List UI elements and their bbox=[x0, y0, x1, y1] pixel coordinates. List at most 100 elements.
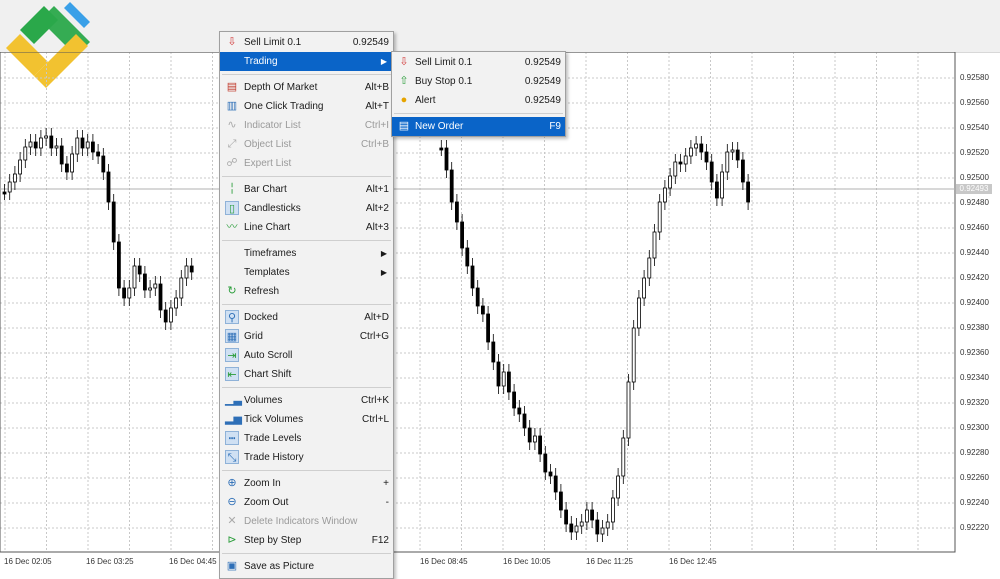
menu-item-chart-shift[interactable]: ⇤ Chart Shift bbox=[220, 365, 393, 384]
menu-item-save-as-picture[interactable]: ▣ Save as Picture bbox=[220, 557, 393, 576]
menu-item-shortcut: Alt+2 bbox=[365, 203, 389, 214]
menu-item-depth-of-market[interactable]: ▤ Depth Of Market Alt+B bbox=[220, 78, 393, 97]
grid-icon: ▦ bbox=[225, 329, 239, 343]
trade-levels-icon: ┅ bbox=[225, 431, 239, 445]
candle-body bbox=[7, 181, 12, 193]
new-order-icon: ▤ bbox=[398, 120, 410, 132]
menu-item-label: New Order bbox=[415, 121, 464, 132]
price-tick-label: 0.92440 bbox=[960, 248, 989, 257]
price-tick-label: 0.92280 bbox=[960, 448, 989, 457]
candle-body bbox=[70, 153, 74, 173]
sell-limit-icon: ⇩ bbox=[227, 36, 237, 48]
menu-item-candlesticks[interactable]: ▯ Candlesticks Alt+2 bbox=[220, 199, 393, 218]
menu-item-trade-levels[interactable]: ┅ Trade Levels bbox=[220, 429, 393, 448]
menu-item-label: Refresh bbox=[244, 286, 280, 297]
candle-body bbox=[657, 201, 662, 233]
menu-item-shortcut: Ctrl+B bbox=[360, 139, 389, 150]
menu-item-sell-limit-0-1[interactable]: ⇩ Sell Limit 0.1 0.92549 bbox=[220, 33, 393, 52]
candle-body bbox=[184, 265, 189, 279]
price-tick-label: 0.92460 bbox=[960, 223, 989, 232]
menu-item-new-order[interactable]: ▤ New Order F9 bbox=[392, 117, 565, 136]
submenu-arrow-icon: ▶ bbox=[380, 57, 387, 66]
menu-item-label: Templates bbox=[244, 267, 290, 278]
candle-body bbox=[80, 137, 85, 149]
candle-body bbox=[132, 265, 137, 289]
candle-body bbox=[12, 173, 17, 183]
menu-item-tick-volumes[interactable]: ▂▅ Tick Volumes Ctrl+L bbox=[220, 410, 393, 429]
price-tick-label: 0.92560 bbox=[960, 98, 989, 107]
menu-item-templates[interactable]: Templates ▶ bbox=[220, 263, 393, 282]
candle-body bbox=[439, 147, 444, 151]
price-tick-label: 0.92260 bbox=[960, 473, 989, 482]
expert-list-icon: ☍ bbox=[226, 157, 238, 169]
candle-body bbox=[741, 159, 745, 183]
menu-item-step-by-step[interactable]: ⊳ Step by Step F12 bbox=[220, 531, 393, 550]
candle-body bbox=[548, 471, 553, 477]
time-tick-label: 16 Dec 08:45 bbox=[420, 557, 468, 566]
menu-item-line-chart[interactable]: 〰 Line Chart Alt+3 bbox=[220, 218, 393, 237]
candle-body bbox=[735, 149, 740, 161]
price-tick-label: 0.92420 bbox=[960, 273, 989, 282]
one-click-trading-icon: ▥ bbox=[226, 100, 238, 112]
candle-body bbox=[127, 287, 132, 299]
docked-icon: ⚲ bbox=[225, 310, 239, 324]
save-as-picture-icon: ▣ bbox=[226, 560, 238, 572]
submenu-arrow-icon: ▶ bbox=[380, 268, 387, 277]
candle-body bbox=[454, 201, 459, 223]
menu-item-buy-stop-0-1[interactable]: ⇧ Buy Stop 0.1 0.92549 bbox=[392, 72, 565, 91]
menu-item-indicator-list: ∿ Indicator List Ctrl+I bbox=[220, 116, 393, 135]
candle-body bbox=[54, 145, 59, 149]
candle-body bbox=[652, 231, 657, 259]
price-tick-label: 0.92320 bbox=[960, 398, 989, 407]
menu-item-zoom-out[interactable]: ⊖ Zoom Out - bbox=[220, 493, 393, 512]
menu-item-sell-limit-0-1[interactable]: ⇩ Sell Limit 0.1 0.92549 bbox=[392, 53, 565, 72]
menu-item-object-list: ⤢ Object List Ctrl+B bbox=[220, 135, 393, 154]
candle-body bbox=[574, 525, 579, 533]
candle-body bbox=[527, 427, 532, 443]
candle-body bbox=[158, 283, 163, 311]
menu-separator bbox=[222, 553, 391, 554]
candle-body bbox=[486, 313, 491, 343]
menu-item-trade-history[interactable]: ⤡ Trade History bbox=[220, 448, 393, 467]
candle-body bbox=[673, 161, 678, 177]
menu-item-shortcut: 0.92549 bbox=[524, 57, 561, 68]
menu-item-trading[interactable]: Trading ▶ bbox=[220, 52, 393, 71]
menu-item-bar-chart[interactable]: ╎ Bar Chart Alt+1 bbox=[220, 180, 393, 199]
candle-body bbox=[148, 287, 153, 291]
sell-limit-icon: ⇩ bbox=[399, 56, 409, 68]
candle-body bbox=[18, 159, 23, 175]
menu-item-auto-scroll[interactable]: ⇥ Auto Scroll bbox=[220, 346, 393, 365]
bar-chart-icon: ╎ bbox=[228, 183, 236, 195]
menu-item-timeframes[interactable]: Timeframes ▶ bbox=[220, 244, 393, 263]
candle-body bbox=[33, 141, 38, 149]
candle-body bbox=[678, 161, 683, 165]
indicator-list-icon: ∿ bbox=[227, 119, 237, 131]
menu-item-refresh[interactable]: ↻ Refresh bbox=[220, 282, 393, 301]
candle-body bbox=[23, 146, 28, 161]
candle-body bbox=[699, 143, 704, 153]
menu-item-alert[interactable]: ● Alert 0.92549 bbox=[392, 91, 565, 110]
tick-volumes-icon: ▂▅ bbox=[225, 413, 242, 425]
time-tick-label: 16 Dec 03:25 bbox=[86, 557, 134, 566]
menu-item-label: Candlesticks bbox=[244, 203, 301, 214]
candle-body bbox=[616, 475, 620, 499]
candle-body bbox=[501, 371, 506, 387]
menu-item-volumes[interactable]: ▁▃ Volumes Ctrl+K bbox=[220, 391, 393, 410]
menu-item-docked[interactable]: ⚲ Docked Alt+D bbox=[220, 308, 393, 327]
menu-item-label: Sell Limit 0.1 bbox=[415, 57, 473, 68]
menu-item-zoom-in[interactable]: ⊕ Zoom In + bbox=[220, 474, 393, 493]
candle-body bbox=[168, 307, 173, 323]
menu-item-grid[interactable]: ▦ Grid Ctrl+G bbox=[220, 327, 393, 346]
candle-body bbox=[85, 141, 90, 149]
candle-body bbox=[91, 141, 95, 153]
candle-body bbox=[96, 151, 100, 157]
menu-item-expert-list: ☍ Expert List bbox=[220, 154, 393, 173]
candle-body bbox=[49, 135, 54, 149]
candle-body bbox=[637, 297, 641, 329]
candle-body bbox=[553, 475, 558, 493]
price-tick-label: 0.92220 bbox=[960, 523, 989, 532]
menu-item-one-click-trading[interactable]: ▥ One Click Trading Alt+T bbox=[220, 97, 393, 116]
menu-item-label: Object List bbox=[244, 139, 292, 150]
menu-item-label: Save as Picture bbox=[244, 561, 315, 572]
candle-body bbox=[647, 257, 652, 279]
